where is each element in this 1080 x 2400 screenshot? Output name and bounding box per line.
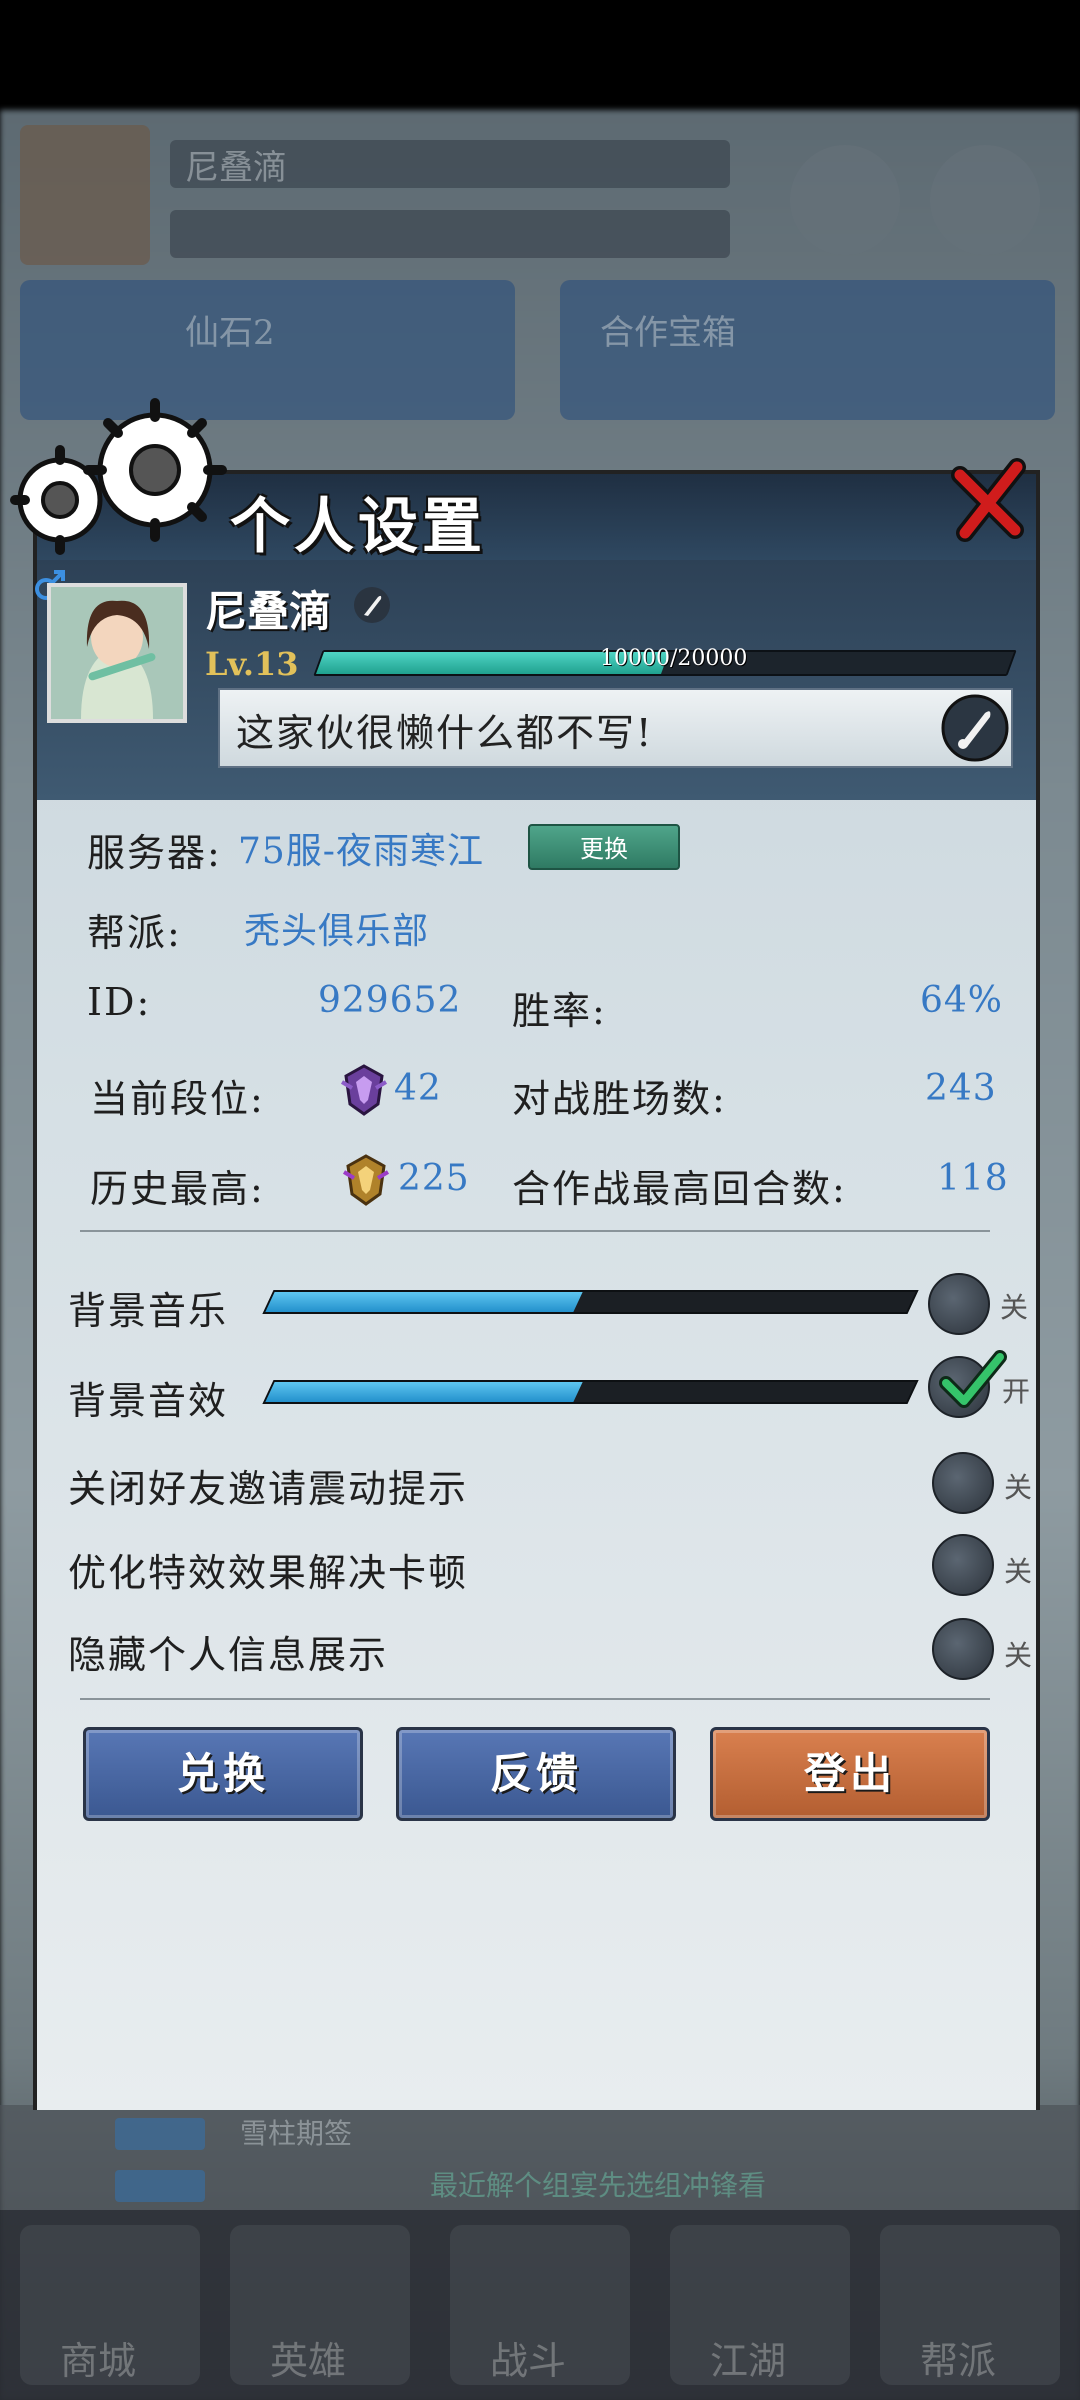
coop-rounds-value: 118 (937, 1158, 1009, 1199)
sfx-toggle-state: 开 (1002, 1375, 1031, 1408)
sfx-volume-fill (265, 1382, 583, 1402)
edit-signature-icon[interactable] (940, 693, 1010, 763)
background-nav-label: 战斗 (490, 2339, 567, 2383)
winrate-value: 64% (920, 980, 1004, 1021)
server-label: 服务器: (87, 831, 222, 875)
server-value: 75服-夜雨寒江 (238, 831, 484, 872)
background-chat-line: 最近解个组宴先选组冲锋看 (430, 2169, 767, 2202)
optimize-effects-toggle-state: 关 (1004, 1555, 1033, 1588)
current-rank-value: 42 (394, 1068, 442, 1109)
bgm-volume-slider[interactable] (262, 1290, 919, 1314)
wins-label: 对战胜场数: (512, 1077, 727, 1121)
sfx-volume-slider[interactable] (262, 1380, 919, 1404)
player-level: Lv.13 (205, 645, 299, 683)
background-player-name: 尼叠滴 (185, 148, 287, 188)
bgm-volume-fill (265, 1292, 583, 1312)
background-nav-label: 英雄 (270, 2339, 347, 2383)
edit-name-icon[interactable] (352, 585, 392, 625)
section-divider (80, 1230, 990, 1232)
vibration-toggle[interactable] (932, 1452, 994, 1514)
background-currency-bar (170, 210, 730, 258)
feedback-button[interactable]: 反馈 (396, 1727, 676, 1821)
bgm-toggle-state: 关 (1000, 1291, 1029, 1324)
background-gear-icon (930, 145, 1040, 255)
hide-info-toggle[interactable] (932, 1618, 994, 1680)
dialog-title: 个人设置 (230, 492, 486, 562)
redeem-button[interactable]: 兑换 (83, 1727, 363, 1821)
setting-label-optimize: 优化特效效果解决卡顿 (68, 1551, 469, 1595)
coop-rounds-label: 合作战最高回合数: (512, 1167, 847, 1211)
avatar[interactable] (47, 583, 187, 723)
background-chat-tag (115, 2118, 205, 2150)
background-nav-label: 商城 (60, 2339, 137, 2383)
setting-label-bgm: 背景音乐 (68, 1289, 229, 1333)
id-value: 929652 (318, 980, 462, 1021)
background-panel-right-label: 合作宝箱 (600, 313, 736, 353)
experience-text: 10000/20000 (600, 646, 748, 671)
setting-label-vibration: 关闭好友邀请震动提示 (68, 1467, 469, 1511)
change-server-button[interactable]: 更换 (528, 824, 680, 870)
current-rank-label: 当前段位: (90, 1077, 265, 1121)
close-icon[interactable] (945, 455, 1035, 545)
optimize-effects-toggle[interactable] (932, 1534, 994, 1596)
background-chat-line: 雪柱期签 (240, 2117, 353, 2150)
bgm-toggle[interactable] (928, 1273, 990, 1335)
logout-button[interactable]: 登出 (710, 1727, 990, 1821)
background-chat-tag (115, 2170, 205, 2202)
hide-info-toggle-state: 关 (1004, 1639, 1033, 1672)
background-nav-label: 江湖 (710, 2339, 787, 2383)
highest-rank-label: 历史最高: (90, 1167, 265, 1211)
signature-text: 这家伙很懒什么都不写! (236, 711, 654, 755)
guild-label: 帮派: (87, 911, 182, 955)
setting-label-hide-info: 隐藏个人信息展示 (68, 1633, 389, 1677)
username: 尼叠滴 (205, 587, 332, 636)
highest-rank-value: 225 (398, 1158, 470, 1199)
winrate-label: 胜率: (512, 989, 607, 1033)
highest-rank-badge-icon (342, 1154, 390, 1206)
background-nav-label: 帮派 (920, 2339, 997, 2383)
rank-badge-icon (340, 1064, 388, 1116)
background-avatar (20, 125, 150, 265)
setting-label-sfx: 背景音效 (68, 1379, 229, 1423)
guild-value: 秃头俱乐部 (244, 911, 430, 952)
gear-icon (10, 398, 227, 555)
character-portrait-icon (51, 587, 183, 719)
section-divider (80, 1698, 990, 1700)
id-label: ID: (87, 980, 152, 1024)
checkmark-icon (939, 1350, 1007, 1408)
background-panel-left-label: 仙石2 (185, 313, 275, 353)
vibration-toggle-state: 关 (1004, 1471, 1033, 1504)
background-cards-icon (790, 145, 900, 255)
wins-value: 243 (925, 1068, 997, 1109)
